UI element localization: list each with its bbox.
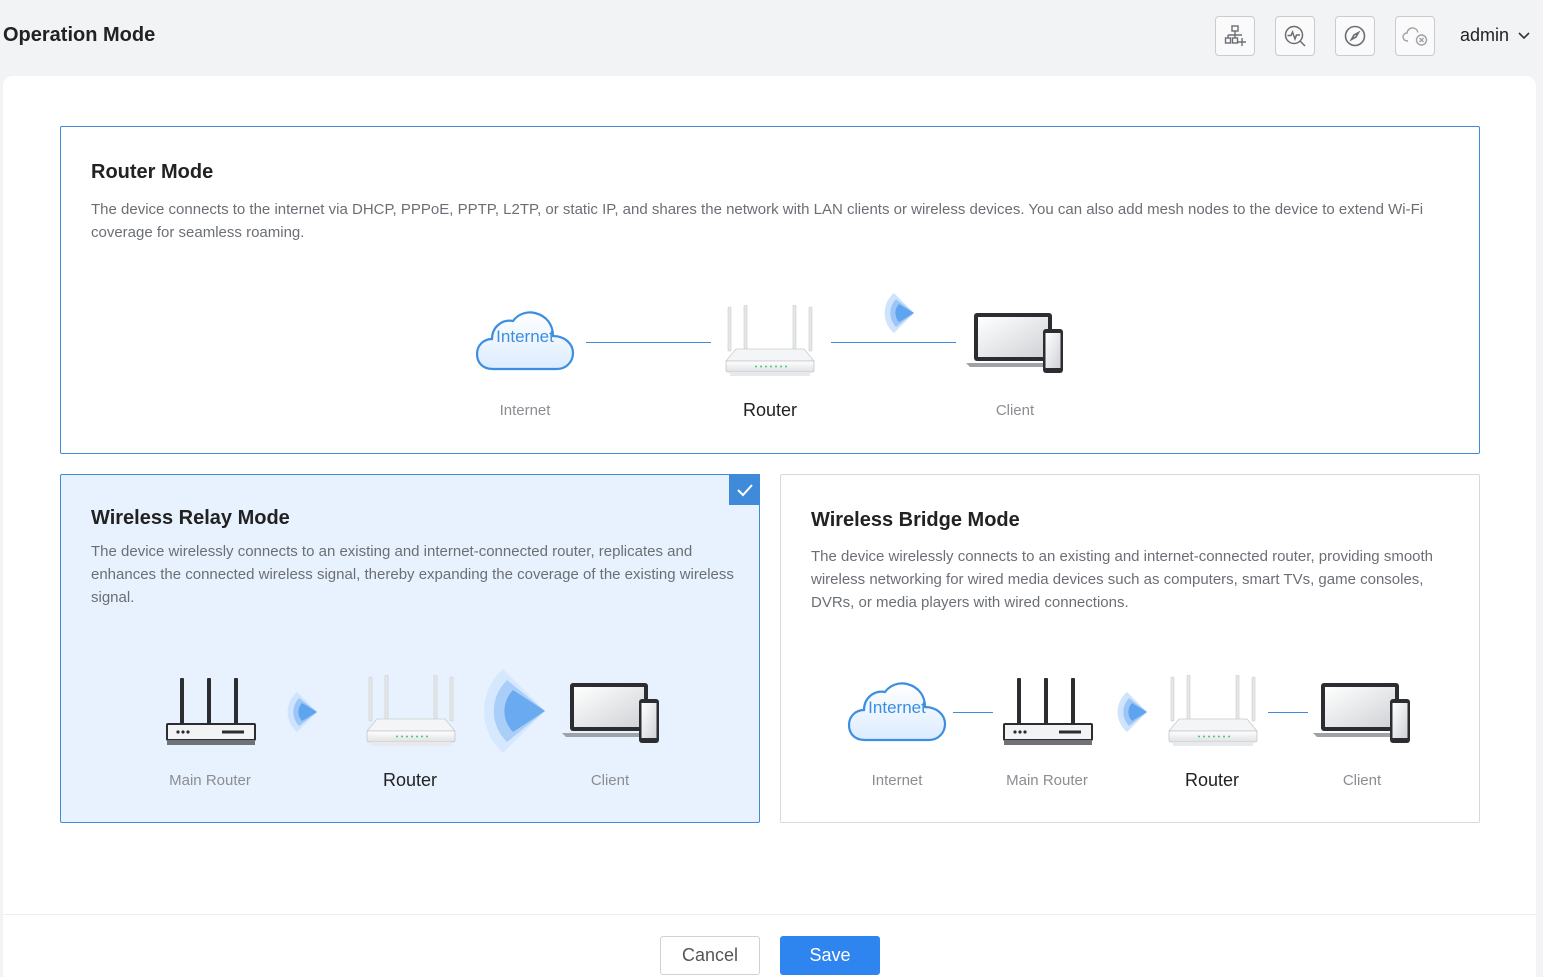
connection-line (953, 712, 993, 713)
selected-check-badge (729, 474, 760, 505)
network-add-button[interactable] (1215, 16, 1255, 56)
main-router-icon (1003, 678, 1093, 746)
user-name: admin (1460, 25, 1510, 45)
diagram-label-router: Router (382, 770, 438, 790)
compass-icon (1344, 25, 1366, 47)
client-devices-icon (1312, 681, 1412, 745)
wireless-relay-mode-description: The device wirelessly connects to an exi… (91, 543, 734, 606)
wireless-relay-mode-card[interactable]: Wireless Relay Mode The device wirelessl… (60, 474, 760, 823)
client-devices-icon (965, 311, 1065, 375)
connection-line (1268, 712, 1308, 713)
user-menu[interactable]: admin (1460, 25, 1531, 46)
wireless-bridge-mode-description: The device wirelessly connects to an exi… (811, 548, 1434, 611)
wireless-signal-icon (287, 691, 319, 733)
main-router-icon (166, 678, 256, 746)
wireless-signal-icon (884, 292, 916, 334)
diagnose-icon (1284, 25, 1306, 47)
top-bar: Operation Mode admin (0, 0, 1543, 76)
page-title: Operation Mode (3, 24, 156, 46)
check-icon (736, 483, 753, 496)
wireless-bridge-mode-card[interactable]: Wireless Bridge Mode The device wireless… (780, 474, 1480, 823)
router-mode-title: Router Mode (91, 161, 214, 183)
network-add-icon (1224, 25, 1246, 46)
router-icon (363, 675, 459, 749)
internet-cloud-icon: Internet (847, 682, 947, 744)
diagram-label-client: Client (1342, 772, 1382, 789)
diagram-label-client: Client (590, 772, 630, 789)
cloud-disconnected-icon (1402, 27, 1428, 46)
cloud-status-button[interactable] (1395, 16, 1435, 56)
connection-line (831, 342, 956, 343)
wireless-relay-mode-title: Wireless Relay Mode (91, 507, 290, 529)
chevron-down-icon (1518, 31, 1530, 39)
diagram-label-main-router: Main Router (169, 772, 251, 789)
diagram-label-internet: Internet (871, 772, 923, 789)
diagram-label-internet: Internet (499, 402, 551, 419)
router-mode-card[interactable]: Router Mode The device connects to the i… (60, 126, 1480, 454)
diagram-label-client: Client (995, 402, 1035, 419)
cloud-label: Internet (496, 327, 554, 346)
wireless-signal-icon (1117, 691, 1149, 733)
router-icon (1165, 675, 1261, 749)
router-mode-description: The device connects to the internet via … (91, 201, 1424, 241)
diagram-label-main-router: Main Router (1006, 772, 1088, 789)
diagnose-button[interactable] (1275, 16, 1315, 56)
diagram-label-router: Router (742, 400, 798, 420)
router-icon (722, 305, 818, 379)
footer-bar (3, 914, 1536, 977)
diagram-label-router: Router (1184, 770, 1240, 790)
cloud-label: Internet (868, 698, 926, 717)
save-button[interactable]: Save (780, 936, 880, 975)
internet-cloud-icon: Internet (475, 311, 575, 373)
connection-line (586, 342, 711, 343)
wireless-bridge-mode-title: Wireless Bridge Mode (811, 509, 1020, 531)
cancel-button[interactable]: Cancel (660, 936, 760, 975)
client-devices-icon (561, 681, 661, 745)
compass-button[interactable] (1335, 16, 1375, 56)
wireless-signal-icon (483, 668, 547, 754)
